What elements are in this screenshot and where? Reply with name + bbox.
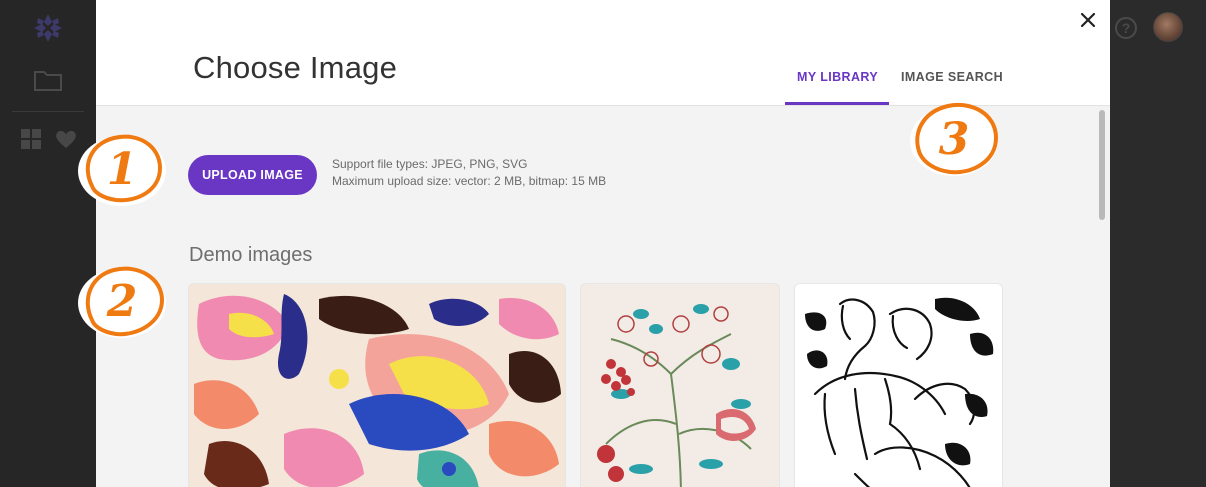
sidebar-divider <box>12 111 84 112</box>
tab-image-search[interactable]: IMAGE SEARCH <box>901 70 1003 84</box>
background-sidebar <box>0 0 96 487</box>
active-tab-indicator <box>785 102 889 105</box>
annotation-number: 1 <box>106 143 138 195</box>
modal-header: Choose Image MY LIBRARY IMAGE SEARCH <box>96 0 1110 106</box>
annotation-number: 3 <box>938 113 970 165</box>
svg-text:?: ? <box>1122 20 1131 36</box>
tab-my-library[interactable]: MY LIBRARY <box>797 70 878 84</box>
demo-image-floral-botanical[interactable] <box>580 283 780 487</box>
supported-file-types: Support file types: JPEG, PNG, SVG <box>332 157 528 171</box>
avatar <box>1153 12 1183 42</box>
choose-image-modal: Choose Image MY LIBRARY IMAGE SEARCH UPL… <box>96 0 1110 487</box>
grid-icon <box>21 129 41 149</box>
upload-image-button[interactable]: UPLOAD IMAGE <box>188 155 317 195</box>
upload-info: Support file types: JPEG, PNG, SVG Maxim… <box>332 156 606 190</box>
background-topbar-right <box>1110 0 1206 487</box>
help-icon: ? <box>1115 17 1137 39</box>
scrollbar-thumb[interactable] <box>1099 110 1105 220</box>
annotation-callout-2: 2 <box>72 258 172 344</box>
annotation-number: 2 <box>106 275 138 327</box>
demo-images-heading: Demo images <box>189 244 313 266</box>
demo-image-horses-line-drawing[interactable] <box>794 283 1003 487</box>
close-icon[interactable] <box>1078 10 1098 30</box>
max-upload-size: Maximum upload size: vector: 2 MB, bitma… <box>332 174 607 188</box>
folder-icon <box>34 71 62 91</box>
demo-image-colorful-folk-pattern[interactable] <box>188 283 566 487</box>
annotation-callout-1: 1 <box>72 126 172 212</box>
modal-title: Choose Image <box>193 50 398 85</box>
logo-icon <box>34 14 62 42</box>
annotation-callout-3: 3 <box>904 96 1004 182</box>
